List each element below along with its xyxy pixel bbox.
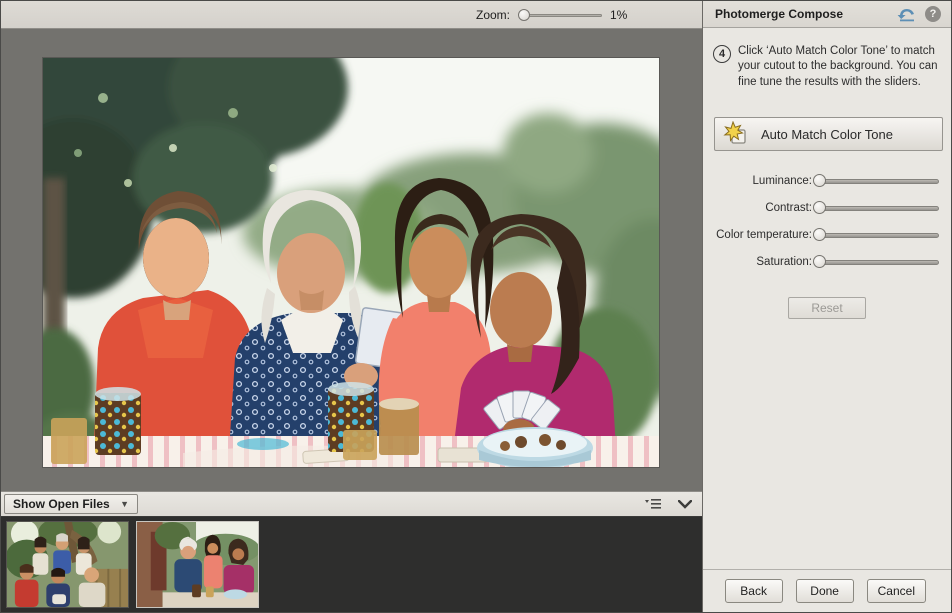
zoom-slider-knob[interactable] <box>518 8 530 21</box>
show-open-files-dropdown[interactable]: Show Open Files ▼ <box>4 494 138 514</box>
help-icon[interactable]: ? <box>925 6 941 22</box>
dropdown-arrow-icon: ▼ <box>120 499 129 509</box>
panel-title: Photomerge Compose <box>715 7 844 21</box>
luminance-slider[interactable] <box>813 173 939 188</box>
undo-icon[interactable] <box>897 6 917 22</box>
contrast-slider[interactable] <box>813 200 939 215</box>
chevron-down-icon[interactable] <box>678 499 692 509</box>
saturation-slider-knob[interactable] <box>813 254 826 268</box>
luminance-slider-knob[interactable] <box>813 173 826 187</box>
color-temperature-label: Color temperature: <box>716 228 812 241</box>
step-number-badge: 4 <box>713 45 731 63</box>
saturation-label: Saturation: <box>756 255 812 268</box>
luminance-label: Luminance: <box>752 174 812 187</box>
color-temperature-slider-knob[interactable] <box>813 227 826 241</box>
contrast-label: Contrast: <box>765 201 812 214</box>
saturation-slider[interactable] <box>813 254 939 269</box>
done-button[interactable]: Done <box>795 579 854 603</box>
adjustment-sliders: Luminance: Contrast: Color temperature: <box>703 167 951 275</box>
panel-body: 4 Click ‘Auto Match Color Tone’ to match… <box>703 28 951 569</box>
zoom-slider-track[interactable] <box>522 13 602 17</box>
instruction-text: Click ‘Auto Match Color Tone’ to match y… <box>738 45 938 88</box>
top-toolbar: Zoom: 1% <box>1 1 702 29</box>
photo-bin <box>1 517 702 612</box>
color-temperature-slider[interactable] <box>813 227 939 242</box>
family-photo-illustration <box>43 58 659 467</box>
photomerge-compose-window: Zoom: 1% Show Open Files ▼ Photomerge Co… <box>0 0 952 613</box>
workspace-region: Zoom: 1% Show Open Files ▼ <box>1 1 702 612</box>
zoom-label: Zoom: <box>475 7 510 22</box>
panel-header: Photomerge Compose ? <box>703 1 951 28</box>
contrast-slider-knob[interactable] <box>813 200 826 214</box>
photomerge-compose-panel: Photomerge Compose ? 4 Click ‘Auto Match… <box>702 1 951 612</box>
zoom-value: 1% <box>610 7 628 22</box>
auto-match-color-tone-button[interactable]: Auto Match Color Tone <box>714 117 943 152</box>
zoom-slider[interactable] <box>518 8 602 22</box>
canvas-photo[interactable] <box>43 58 659 467</box>
contrast-slider-track[interactable] <box>819 205 939 211</box>
luminance-slider-track[interactable] <box>819 178 939 184</box>
photo-bin-thumbnail-1[interactable] <box>6 521 129 608</box>
auto-match-star-icon <box>723 121 749 147</box>
photo-bin-thumbnail-2[interactable] <box>136 521 259 608</box>
panel-footer: Back Done Cancel <box>703 569 951 612</box>
panel-menu-icon[interactable] <box>644 498 662 510</box>
saturation-slider-track[interactable] <box>819 259 939 265</box>
cancel-button[interactable]: Cancel <box>866 579 926 603</box>
photo-bin-bar: Show Open Files ▼ <box>1 491 702 517</box>
back-button[interactable]: Back <box>724 579 783 603</box>
color-temperature-slider-track[interactable] <box>819 232 939 238</box>
step-instruction: 4 Click ‘Auto Match Color Tone’ to match… <box>703 28 951 90</box>
image-canvas[interactable] <box>1 29 702 491</box>
reset-button[interactable]: Reset <box>788 297 866 320</box>
auto-match-label: Auto Match Color Tone <box>761 126 893 142</box>
dropdown-label: Show Open Files <box>13 497 110 511</box>
